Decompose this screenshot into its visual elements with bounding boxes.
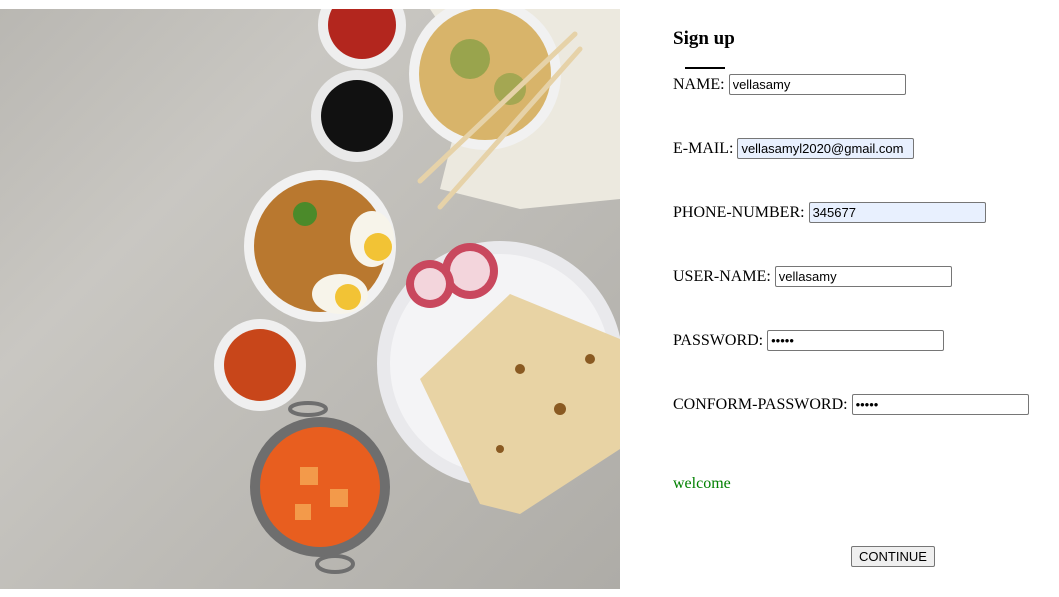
password-row: PASSWORD:	[673, 330, 945, 351]
password-input[interactable]	[767, 330, 945, 351]
confirm-password-input[interactable]	[851, 394, 1029, 415]
continue-button[interactable]: CONTINUE	[851, 546, 935, 567]
page-title: Sign up	[673, 28, 735, 49]
email-row: E-MAIL:	[673, 138, 915, 159]
signup-form: Sign up NAME: E-MAIL: PHONE-NUMBER: USER…	[673, 0, 1053, 597]
welcome-message: welcome	[673, 475, 731, 492]
phone-label: PHONE-NUMBER:	[673, 203, 805, 221]
confirm-password-row: CONFORM-PASSWORD:	[673, 394, 1029, 415]
phone-input[interactable]	[808, 202, 986, 223]
phone-row: PHONE-NUMBER:	[673, 202, 986, 223]
email-input[interactable]	[737, 138, 915, 159]
title-underline	[685, 67, 725, 69]
name-label: NAME:	[673, 75, 725, 93]
username-label: USER-NAME:	[673, 267, 771, 285]
name-input[interactable]	[728, 74, 906, 95]
food-photo	[0, 9, 620, 589]
confirm-password-label: CONFORM-PASSWORD:	[673, 395, 848, 413]
email-label: E-MAIL:	[673, 139, 734, 157]
name-row: NAME:	[673, 74, 906, 95]
username-input[interactable]	[774, 266, 952, 287]
password-label: PASSWORD:	[673, 331, 764, 349]
username-row: USER-NAME:	[673, 266, 952, 287]
